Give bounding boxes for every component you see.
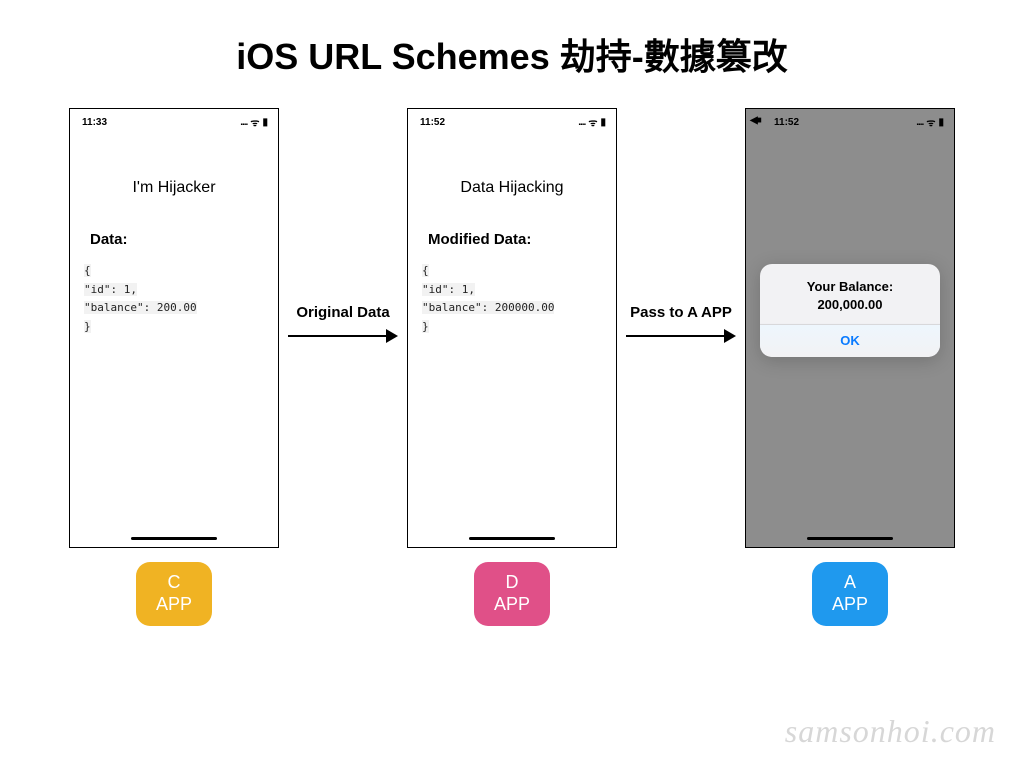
badge-letter: A bbox=[844, 572, 856, 594]
signal-dots-icon: .... bbox=[578, 117, 585, 128]
home-indicator bbox=[807, 537, 893, 541]
code-line: { bbox=[422, 264, 429, 277]
wifi-icon: ᯤ bbox=[250, 115, 259, 129]
status-bar: 11:52 .... ᯤ ▮ bbox=[408, 109, 616, 131]
arrow-right-icon bbox=[626, 329, 736, 343]
badge-letter: C bbox=[168, 572, 181, 594]
modified-data-label: Modified Data: bbox=[428, 231, 616, 248]
battery-icon: ▮ bbox=[938, 117, 944, 128]
app-badge-a: A APP bbox=[812, 562, 888, 626]
code-block: { "id": 1, "balance": 200.00 } bbox=[84, 262, 264, 337]
phone-d: 11:52 .... ᯤ ▮ Data Hijacking Modified D… bbox=[407, 108, 617, 548]
wifi-icon: ᯤ bbox=[588, 115, 597, 129]
phone-a: ◀■ 11:52 .... ᯤ ▮ Your Balance: 200,000.… bbox=[745, 108, 955, 548]
arrow-label: Pass to A APP bbox=[630, 304, 732, 321]
alert-balance-value: 200,000.00 bbox=[770, 296, 930, 314]
alert-body: Your Balance: 200,000.00 bbox=[760, 264, 940, 323]
status-bar: 11:33 .... ᯤ ▮ bbox=[70, 109, 278, 131]
code-line: } bbox=[422, 320, 429, 333]
code-line: "balance": 200000.00 bbox=[422, 301, 554, 314]
status-icons: .... ᯤ ▮ bbox=[578, 115, 606, 129]
status-bar: 11:52 .... ᯤ ▮ bbox=[746, 109, 954, 131]
status-icons: .... ᯤ ▮ bbox=[916, 115, 944, 129]
signal-dots-icon: .... bbox=[240, 117, 247, 128]
code-line: { bbox=[84, 264, 91, 277]
clock-label: 11:33 bbox=[82, 117, 107, 128]
arrow-pass-to-a: Pass to A APP bbox=[617, 108, 745, 343]
phone-a-column: ◀■ 11:52 .... ᯤ ▮ Your Balance: 200,000.… bbox=[745, 108, 955, 626]
status-icons: .... ᯤ ▮ bbox=[240, 115, 268, 129]
phone-c-headline: I'm Hijacker bbox=[70, 179, 278, 197]
badge-app-label: APP bbox=[494, 594, 530, 616]
clock-label: 11:52 bbox=[420, 117, 445, 128]
clock-label: 11:52 bbox=[774, 117, 799, 128]
back-chevron-icon[interactable]: ◀■ bbox=[750, 115, 760, 126]
app-badge-d: D APP bbox=[474, 562, 550, 626]
home-indicator bbox=[469, 537, 555, 541]
badge-app-label: APP bbox=[156, 594, 192, 616]
alert-title: Your Balance: bbox=[770, 278, 930, 296]
signal-dots-icon: .... bbox=[916, 117, 923, 128]
code-line: } bbox=[84, 320, 91, 333]
code-line: "id": 1, bbox=[84, 283, 137, 296]
battery-icon: ▮ bbox=[600, 117, 606, 128]
arrow-label: Original Data bbox=[296, 304, 389, 321]
page-title: iOS URL Schemes 劫持-數據篡改 bbox=[0, 0, 1024, 80]
diagram-row: 11:33 .... ᯤ ▮ I'm Hijacker Data: { "id"… bbox=[0, 108, 1024, 626]
battery-icon: ▮ bbox=[262, 117, 268, 128]
phone-d-headline: Data Hijacking bbox=[408, 179, 616, 197]
badge-letter: D bbox=[506, 572, 519, 594]
phone-c-column: 11:33 .... ᯤ ▮ I'm Hijacker Data: { "id"… bbox=[69, 108, 279, 626]
wifi-icon: ᯤ bbox=[926, 115, 935, 129]
phone-c: 11:33 .... ᯤ ▮ I'm Hijacker Data: { "id"… bbox=[69, 108, 279, 548]
code-block: { "id": 1, "balance": 200000.00 } bbox=[422, 262, 602, 337]
home-indicator bbox=[131, 537, 217, 541]
code-line: "balance": 200.00 bbox=[84, 301, 197, 314]
arrow-original-data: Original Data bbox=[279, 108, 407, 343]
data-label: Data: bbox=[90, 231, 278, 248]
watermark: samsonhoi.com bbox=[785, 713, 996, 750]
phone-d-column: 11:52 .... ᯤ ▮ Data Hijacking Modified D… bbox=[407, 108, 617, 626]
code-line: "id": 1, bbox=[422, 283, 475, 296]
balance-alert: Your Balance: 200,000.00 OK bbox=[760, 264, 940, 356]
alert-ok-button[interactable]: OK bbox=[760, 325, 940, 357]
arrow-right-icon bbox=[288, 329, 398, 343]
app-badge-c: C APP bbox=[136, 562, 212, 626]
badge-app-label: APP bbox=[832, 594, 868, 616]
